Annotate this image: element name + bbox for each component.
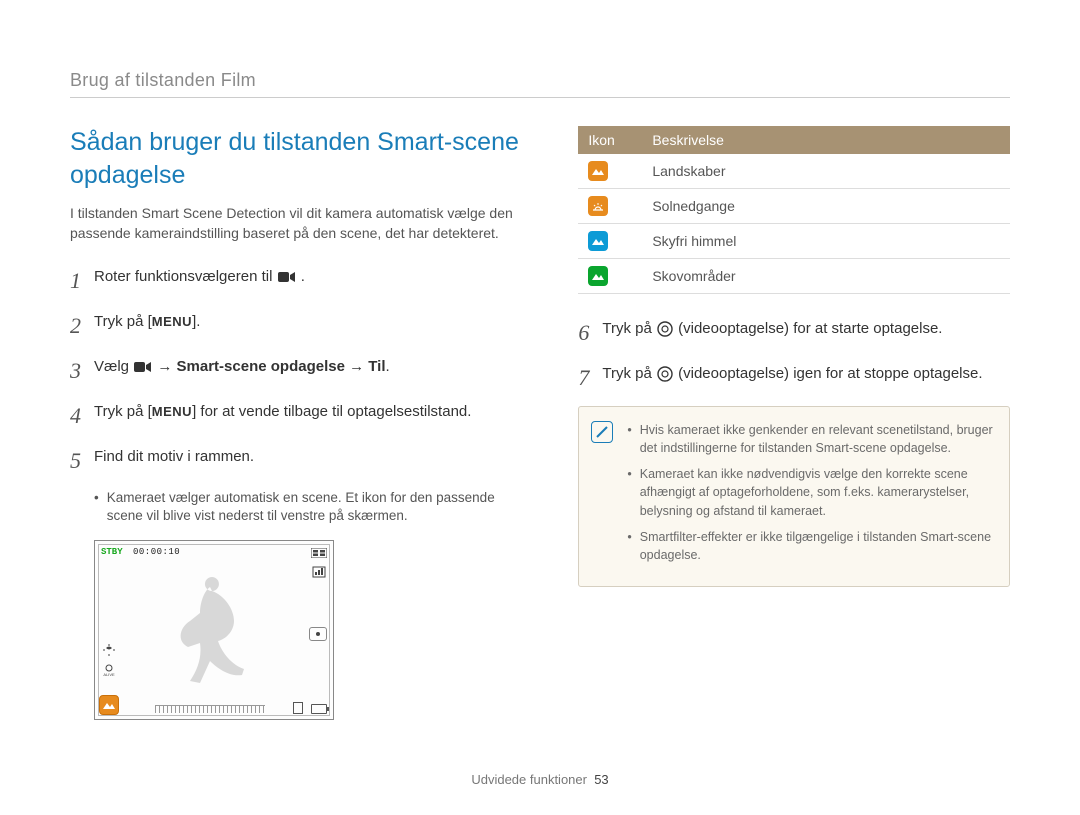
- note-item: Hvis kameraet ikke genkender en relevant…: [627, 421, 993, 457]
- step-4: 4 Tryk på [MENU] for at vende tilbage ti…: [70, 399, 528, 432]
- breadcrumb: Brug af tilstanden Film: [70, 70, 1010, 98]
- step-bold-til: Til: [368, 358, 385, 375]
- landscape-icon: [588, 161, 608, 181]
- resolution-icon: [311, 546, 327, 560]
- step-bold: Smart-scene opdagelse: [177, 358, 345, 375]
- step-text: Vælg: [94, 358, 133, 375]
- arrow: →: [157, 358, 176, 375]
- right-column: Ikon Beskrivelse Landskaber Solnedgange …: [578, 126, 1010, 720]
- step-1: 1 Roter funktionsvælgeren til .: [70, 264, 528, 297]
- note-item: Smartfilter-effekter er ikke tilgængelig…: [627, 528, 993, 564]
- battery-icon: [311, 704, 327, 714]
- step-number: 2: [70, 309, 94, 342]
- page-title: Sådan bruger du tilstanden Smart-scene o…: [70, 126, 528, 191]
- table-row: Skyfri himmel: [578, 224, 1010, 259]
- note-item: Kameraet kan ikke nødvendigvis vælge den…: [627, 465, 993, 519]
- sunset-icon: [588, 196, 608, 216]
- table-cell: Solnedgange: [642, 189, 1010, 224]
- step-number: 3: [70, 354, 94, 387]
- step-text-end: .: [301, 268, 305, 285]
- arrow: →: [349, 358, 368, 375]
- step-text: (videooptagelse) for at starte optagelse…: [678, 320, 942, 337]
- step-text-end: .: [386, 358, 390, 375]
- step-text: Tryk på [: [94, 313, 152, 330]
- table-header-beskrivelse: Beskrivelse: [642, 126, 1010, 154]
- step-text: Tryk på [: [94, 403, 152, 420]
- table-row: Solnedgange: [578, 189, 1010, 224]
- stabilizer-icon: [101, 643, 117, 657]
- dancer-silhouette: [160, 569, 260, 689]
- zoom-scale: [155, 705, 265, 713]
- quality-icon: [311, 565, 327, 579]
- step-3: 3 Vælg → Smart-scene opdagelse → Til.: [70, 354, 528, 387]
- step-number: 4: [70, 399, 94, 432]
- page-footer: Udvidede funktioner 53: [0, 772, 1080, 787]
- intro-paragraph: I tilstanden Smart Scene Detection vil d…: [70, 203, 528, 244]
- steps-list-left: 1 Roter funktionsvælgeren til . 2 Tryk p…: [70, 264, 528, 477]
- step-text: Find dit motiv i rammen.: [94, 448, 254, 465]
- step-5: 5 Find dit motiv i rammen.: [70, 444, 528, 477]
- step-text: Tryk på: [602, 320, 656, 337]
- table-row: Landskaber: [578, 154, 1010, 189]
- metering-icon: [309, 627, 327, 641]
- table-cell: Skyfri himmel: [642, 224, 1010, 259]
- forest-icon: [588, 266, 608, 286]
- record-button-icon: [657, 321, 673, 337]
- table-cell: Landskaber: [642, 154, 1010, 189]
- left-column: Sådan bruger du tilstanden Smart-scene o…: [70, 126, 528, 720]
- detected-scene-badge: [99, 695, 119, 715]
- step-5-note: Kameraet vælger automatisk en scene. Et …: [94, 489, 528, 527]
- note-info-icon: [591, 421, 613, 443]
- svg-text:ALIVE: ALIVE: [103, 672, 115, 677]
- clear-sky-icon: [588, 231, 608, 251]
- step-number: 5: [70, 444, 94, 477]
- step-2: 2 Tryk på [MENU].: [70, 309, 528, 342]
- scene-icon-table: Ikon Beskrivelse Landskaber Solnedgange …: [578, 126, 1010, 294]
- step-text: Roter funktionsvælgeren til: [94, 268, 277, 285]
- step-number: 1: [70, 264, 94, 297]
- storage-icon: [293, 702, 303, 714]
- step-7: 7 Tryk på (videooptagelse) igen for at s…: [578, 361, 1010, 394]
- record-button-icon: [657, 366, 673, 382]
- stby-label: STBY: [101, 547, 123, 557]
- footer-page-number: 53: [594, 772, 608, 787]
- alive-icon: ALIVE: [101, 663, 117, 677]
- menu-label: MENU: [152, 312, 192, 332]
- step-text: ].: [192, 313, 200, 330]
- steps-list-right: 6 Tryk på (videooptagelse) for at starte…: [578, 316, 1010, 394]
- table-cell: Skovområder: [642, 259, 1010, 294]
- table-row: Skovområder: [578, 259, 1010, 294]
- step-number: 7: [578, 361, 602, 394]
- step-text: ] for at vende tilbage til optagelsestil…: [192, 403, 471, 420]
- step-6: 6 Tryk på (videooptagelse) for at starte…: [578, 316, 1010, 349]
- menu-label: MENU: [152, 402, 192, 422]
- movie-mode-icon: [278, 271, 296, 283]
- step-text: Tryk på: [602, 365, 656, 382]
- step-number: 6: [578, 316, 602, 349]
- timecode: 00:00:10: [133, 547, 180, 557]
- camera-preview: STBY 00:00:10 ALIVE: [94, 540, 334, 720]
- step-text: (videooptagelse) igen for at stoppe opta…: [678, 365, 982, 382]
- movie-mode-icon: [134, 361, 152, 373]
- footer-section: Udvidede funktioner: [471, 772, 587, 787]
- table-header-ikon: Ikon: [578, 126, 642, 154]
- note-box: Hvis kameraet ikke genkender en relevant…: [578, 406, 1010, 587]
